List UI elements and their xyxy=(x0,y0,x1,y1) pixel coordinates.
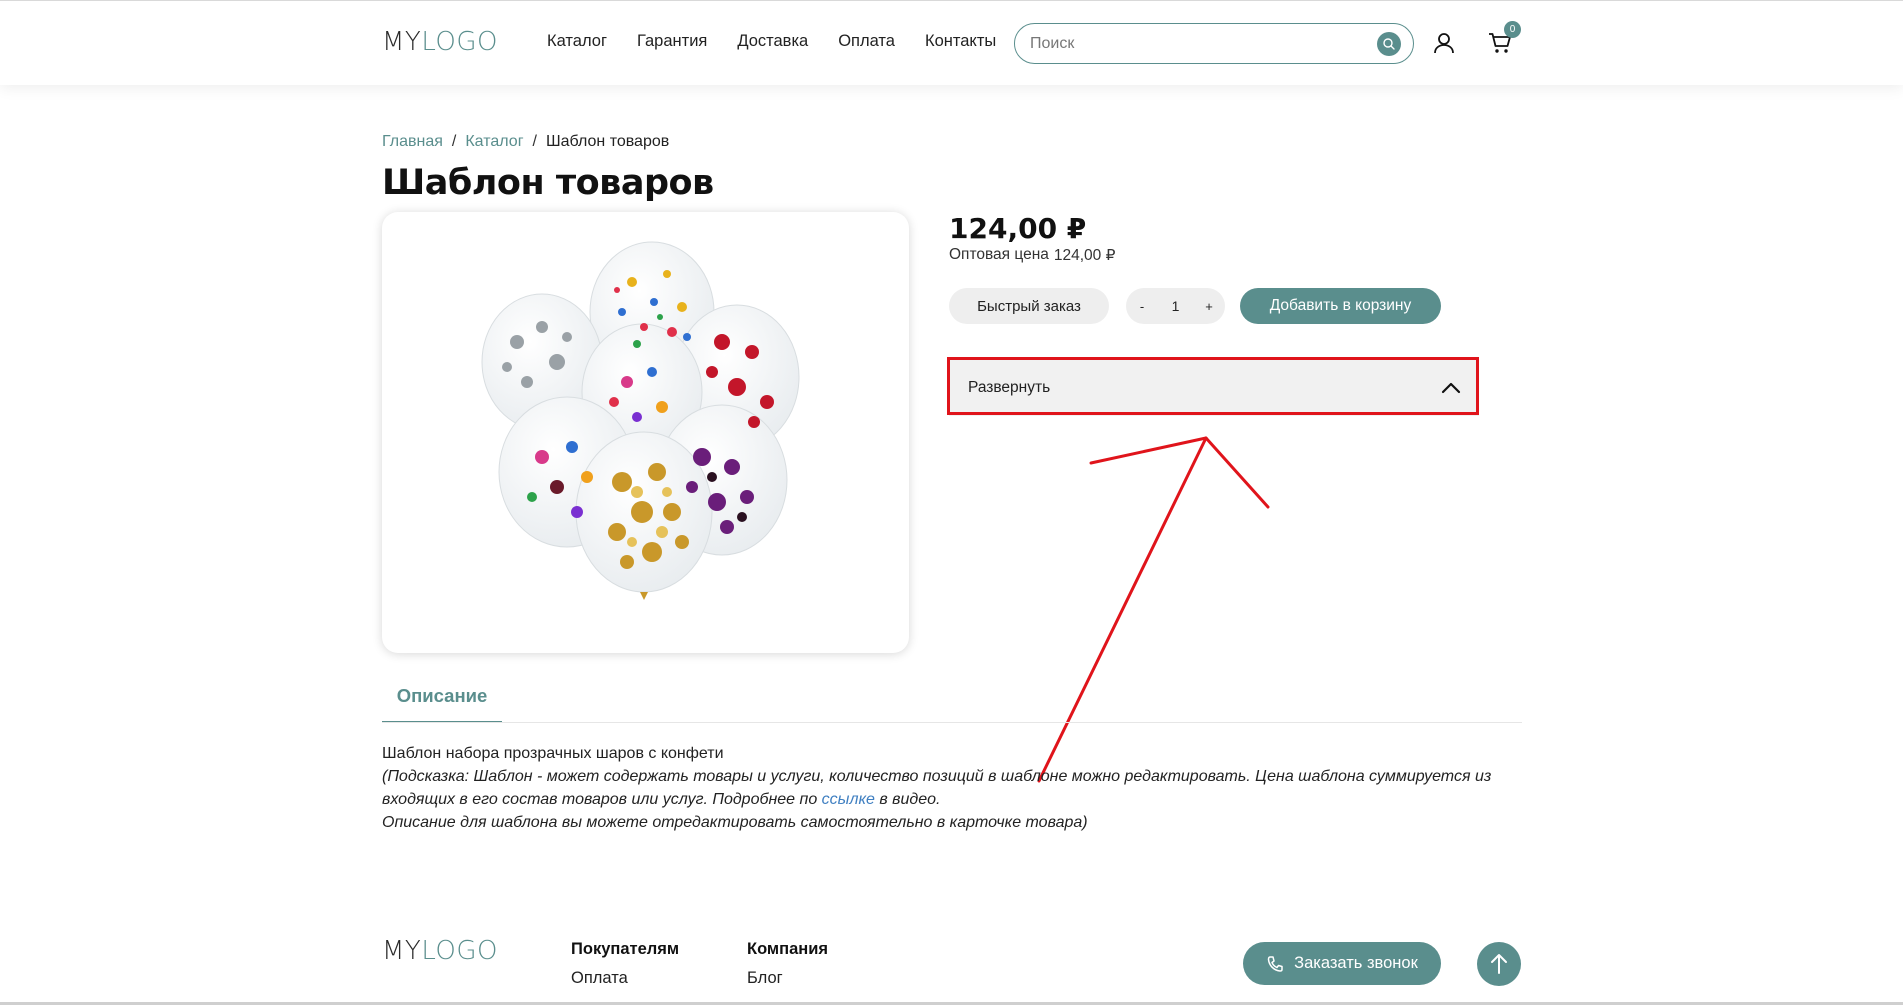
search-icon xyxy=(1383,37,1395,50)
product-image[interactable] xyxy=(382,212,909,653)
breadcrumb: Главная / Каталог / Шаблон товаров xyxy=(382,133,669,151)
expand-toggle[interactable]: Развернуть xyxy=(949,359,1479,416)
wholesale-price: Оптовая цена 124,00 ₽ xyxy=(949,246,1115,265)
cart-count-badge: 0 xyxy=(1504,21,1521,38)
description-note-line: Описание для шаблона вы можете отредакти… xyxy=(382,814,1088,831)
add-to-cart-button[interactable]: Добавить в корзину xyxy=(1240,288,1441,324)
wholesale-price-label: Оптовая цена xyxy=(949,246,1049,263)
footer-company-title: Компания xyxy=(747,940,829,958)
tab-description[interactable]: Описание xyxy=(382,685,502,723)
site-header: MY LOGO Каталог Гарантия Доставка Оплата… xyxy=(0,0,1903,85)
arrow-up-icon xyxy=(1491,954,1507,974)
breadcrumb-separator: / xyxy=(532,133,537,150)
nav-delivery[interactable]: Доставка xyxy=(737,32,808,51)
search-input[interactable] xyxy=(1030,34,1377,53)
footer-logo-part-logo: LOGO xyxy=(421,936,498,966)
footer-logo-part-my: MY xyxy=(382,936,422,966)
breadcrumb-home[interactable]: Главная xyxy=(382,133,443,151)
main-nav: Каталог Гарантия Доставка Оплата Контакт… xyxy=(547,32,996,51)
request-callback-label: Заказать звонок xyxy=(1294,954,1418,972)
chevron-up-icon xyxy=(1441,382,1461,393)
quantity-value[interactable]: 1 xyxy=(1172,298,1180,314)
footer-link-payment[interactable]: Оплата xyxy=(571,969,628,988)
footer-buyers-title: Покупателям xyxy=(571,940,680,958)
nav-catalog[interactable]: Каталог xyxy=(547,32,607,51)
breadcrumb-separator: / xyxy=(451,133,457,150)
quantity-increase-button[interactable]: + xyxy=(1202,299,1216,314)
nav-contacts[interactable]: Контакты xyxy=(925,32,996,51)
nav-warranty[interactable]: Гарантия xyxy=(637,32,707,51)
annotation-arrow-head xyxy=(1089,436,1270,509)
annotation-arrow-shaft xyxy=(1037,436,1208,783)
search-button[interactable] xyxy=(1377,31,1401,56)
tab-divider xyxy=(382,722,1522,723)
product-description: Шаблон набора прозрачных шаров с конфети… xyxy=(382,742,1522,834)
expand-toggle-label: Развернуть xyxy=(968,378,1051,396)
product-price: 124,00 ₽ xyxy=(949,212,1087,245)
annotation-arrow xyxy=(1037,436,1270,783)
description-note-text-end: в видео. xyxy=(874,791,941,808)
nav-payment[interactable]: Оплата xyxy=(838,32,895,51)
quick-order-button[interactable]: Быстрый заказ xyxy=(949,288,1109,324)
balloons-image xyxy=(481,241,800,600)
breadcrumb-catalog[interactable]: Каталог xyxy=(465,133,523,151)
request-callback-button[interactable]: Заказать звонок xyxy=(1243,942,1441,985)
scroll-to-top-button[interactable] xyxy=(1477,942,1521,986)
description-note: (Подсказка: Шаблон - может содержать тов… xyxy=(382,765,1522,811)
footer-logo[interactable]: MY LOGO xyxy=(382,936,498,966)
account-button[interactable] xyxy=(1432,31,1456,55)
tab-description-label: Описание xyxy=(396,685,488,706)
logo-part-logo: LOGO xyxy=(421,27,498,57)
breadcrumb-current: Шаблон товаров xyxy=(545,133,670,150)
user-icon xyxy=(1434,33,1454,54)
page-title: Шаблон товаров xyxy=(382,163,714,203)
phone-icon xyxy=(1267,955,1283,972)
search-box xyxy=(1014,23,1414,64)
quantity-stepper: - 1 + xyxy=(1126,288,1225,324)
footer-link-blog[interactable]: Блог xyxy=(747,969,783,988)
quantity-decrease-button[interactable]: - xyxy=(1135,299,1149,314)
logo[interactable]: MY LOGO xyxy=(382,27,498,57)
wholesale-price-value: 124,00 ₽ xyxy=(1053,247,1116,264)
logo-part-my: MY xyxy=(382,27,422,57)
description-line: Шаблон набора прозрачных шаров с конфети xyxy=(382,745,724,762)
description-video-link[interactable]: ссылке xyxy=(822,791,875,808)
